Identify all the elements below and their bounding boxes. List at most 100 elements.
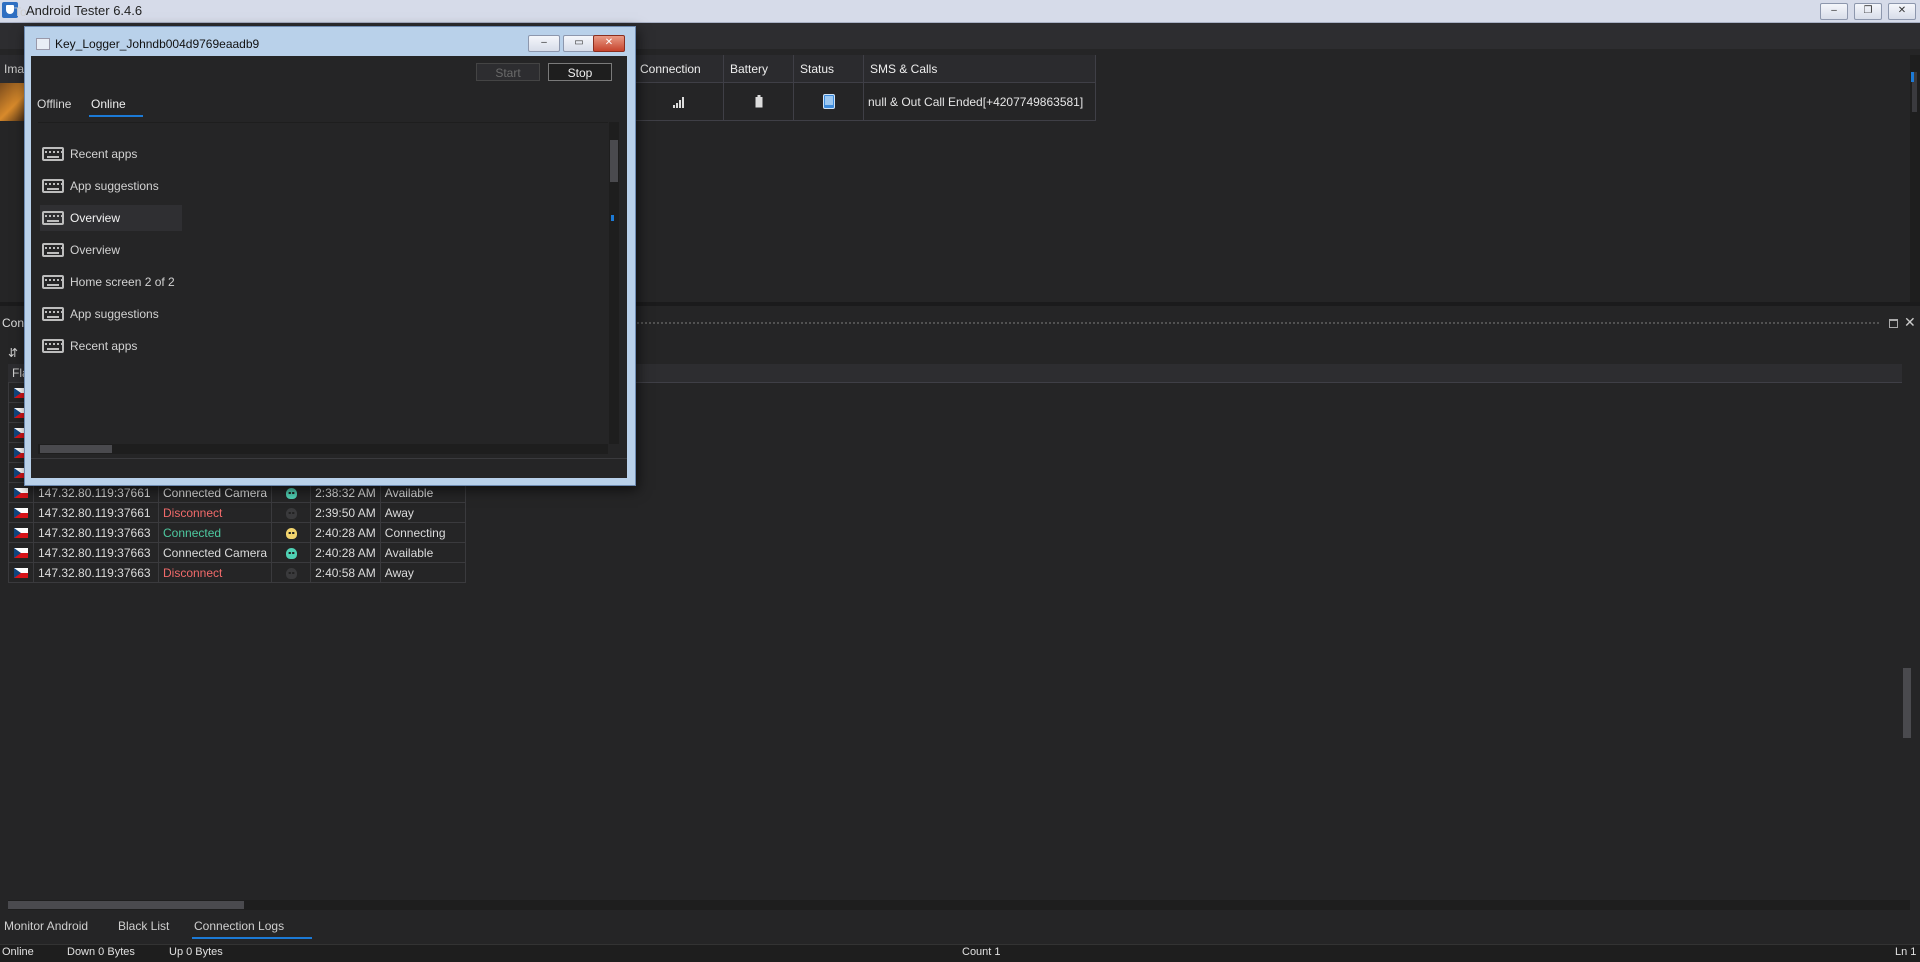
- active-tab-indicator: [192, 937, 312, 939]
- flag-cell: [8, 542, 34, 563]
- connection-panel-title: Con: [2, 316, 25, 330]
- log-vscrollbar[interactable]: [1902, 364, 1912, 900]
- keyboard-icon: [42, 211, 64, 225]
- keylogger-close-button[interactable]: ✕: [593, 35, 625, 52]
- tab-online[interactable]: Online: [91, 97, 126, 111]
- status-bar: [0, 944, 1920, 962]
- status-count: Count 1: [962, 946, 1001, 958]
- keylog-hscrollbar[interactable]: [38, 444, 608, 454]
- keylog-item-label: Overview: [70, 211, 121, 225]
- menu-item-tools[interactable]: To: [14, 5, 27, 19]
- time-cell: 2:40:58 AM: [310, 562, 381, 583]
- skull-cell: [271, 502, 312, 523]
- tab-black-list[interactable]: Black List: [118, 919, 169, 933]
- keyboard-icon: [42, 339, 64, 353]
- keyboard-icon: [42, 243, 64, 257]
- log-vscroll-thumb[interactable]: [1903, 668, 1911, 738]
- skull-cell: [271, 562, 312, 583]
- scroll-position-marker: [611, 215, 614, 221]
- ip-cell: 147.32.80.119:37661: [33, 502, 159, 523]
- keylog-item-label: Overview: [70, 243, 121, 257]
- skull-icon: [285, 507, 297, 519]
- keyboard-icon: [42, 307, 64, 321]
- restore-button[interactable]: ❐: [1854, 3, 1882, 20]
- column-header-status[interactable]: Status: [794, 55, 864, 83]
- status-line: Ln 1: [1895, 946, 1917, 958]
- table-row[interactable]: 147.32.80.119:37661 Disconnect 2:39:50 AM A…: [8, 502, 466, 523]
- connection-cell[interactable]: [634, 83, 724, 121]
- tab-connection-logs[interactable]: Connection Logs: [194, 919, 284, 933]
- time-cell: 2:39:50 AM: [310, 502, 381, 523]
- status-cell[interactable]: [794, 83, 864, 121]
- state-cell: Away: [379, 562, 466, 583]
- keylog-vscroll-thumb[interactable]: [610, 140, 618, 182]
- event-cell: Connected: [157, 522, 273, 543]
- skull-icon: [285, 547, 297, 559]
- event-cell: Connected Camera: [157, 542, 273, 563]
- skull-icon: [285, 527, 297, 539]
- table-row[interactable]: 147.32.80.119:37663 Connected 2:40:28 AM Co…: [8, 522, 466, 543]
- tab-offline[interactable]: Offline: [37, 97, 71, 111]
- skull-icon: [285, 567, 297, 579]
- event-cell: Disconnect: [157, 562, 273, 583]
- flag-cell: [8, 522, 34, 543]
- table-row[interactable]: 147.32.80.119:37663 Connected Camera 2:40:…: [8, 542, 466, 563]
- sms-calls-cell[interactable]: null & Out Call Ended[+4207749863581]: [864, 83, 1096, 121]
- start-button[interactable]: Start: [476, 63, 540, 81]
- sort-icon[interactable]: ⇵: [8, 346, 18, 360]
- keylog-item[interactable]: Home screen 2 of 2: [40, 269, 181, 295]
- event-cell: Disconnect: [157, 502, 273, 523]
- keylogger-title: Key_Logger_Johndb004d9769eaadb9: [55, 37, 260, 51]
- keylog-hscroll-thumb[interactable]: [40, 445, 112, 453]
- flag-cell: [8, 562, 34, 583]
- log-hscrollbar[interactable]: [8, 900, 1910, 910]
- skull-cell: [271, 542, 312, 563]
- keyboard-icon: [42, 275, 64, 289]
- keylog-item[interactable]: App suggestions: [40, 301, 165, 327]
- battery-cell[interactable]: [724, 83, 794, 121]
- minimize-button[interactable]: –: [1820, 3, 1848, 20]
- panel-grip[interactable]: [600, 321, 1880, 326]
- log-hscroll-thumb[interactable]: [8, 901, 244, 909]
- keylog-item[interactable]: Recent apps: [40, 141, 143, 167]
- keylog-item-label: App suggestions: [70, 307, 159, 321]
- keylogger-minimize-button[interactable]: –: [528, 35, 560, 52]
- keyboard-icon: [42, 179, 64, 193]
- keylog-item[interactable]: Overview: [40, 205, 182, 231]
- keylog-item-label: Recent apps: [70, 339, 138, 353]
- keylog-item-label: Home screen 2 of 2: [70, 275, 175, 289]
- keyboard-icon: [42, 147, 64, 161]
- keylog-item[interactable]: Recent apps: [40, 333, 143, 359]
- state-cell: Connecting: [379, 522, 466, 543]
- window-title: Android Tester 6.4.6: [26, 3, 143, 18]
- battery-icon: [755, 95, 762, 108]
- czech-flag-icon: [14, 488, 28, 499]
- column-header-sms-calls[interactable]: SMS & Calls: [864, 55, 1096, 83]
- state-cell: Away: [379, 502, 466, 523]
- column-header-connection[interactable]: Connection: [634, 55, 724, 83]
- status-download: Down 0 Bytes: [67, 946, 135, 958]
- scroll-position-marker: [1911, 72, 1914, 82]
- tab-monitor-android[interactable]: Monitor Android: [4, 919, 88, 933]
- status-online: Online: [2, 946, 34, 958]
- keylogger-maximize-button[interactable]: ▭: [563, 35, 595, 52]
- phone-icon: [822, 94, 835, 109]
- czech-flag-icon: [14, 548, 28, 559]
- close-button[interactable]: ✕: [1888, 3, 1916, 20]
- stop-button[interactable]: Stop: [548, 63, 612, 81]
- time-cell: 2:40:28 AM: [310, 542, 381, 563]
- skull-icon: [285, 487, 297, 499]
- panel-maximize-icon[interactable]: [1889, 319, 1898, 328]
- column-header-battery[interactable]: Battery: [724, 55, 794, 83]
- keylogger-footer: [31, 458, 627, 477]
- keylog-item-label: App suggestions: [70, 179, 159, 193]
- keylog-item-label: Recent apps: [70, 147, 138, 161]
- panel-close-icon[interactable]: ✕: [1904, 314, 1916, 331]
- main-title-bar: [0, 0, 1920, 23]
- keylog-item[interactable]: Overview: [40, 237, 126, 263]
- keylog-item[interactable]: App suggestions: [40, 173, 165, 199]
- czech-flag-icon: [14, 568, 28, 579]
- ip-cell: 147.32.80.119:37663: [33, 522, 159, 543]
- table-row[interactable]: 147.32.80.119:37663 Disconnect 2:40:58 AM A…: [8, 562, 466, 583]
- czech-flag-icon: [14, 508, 28, 519]
